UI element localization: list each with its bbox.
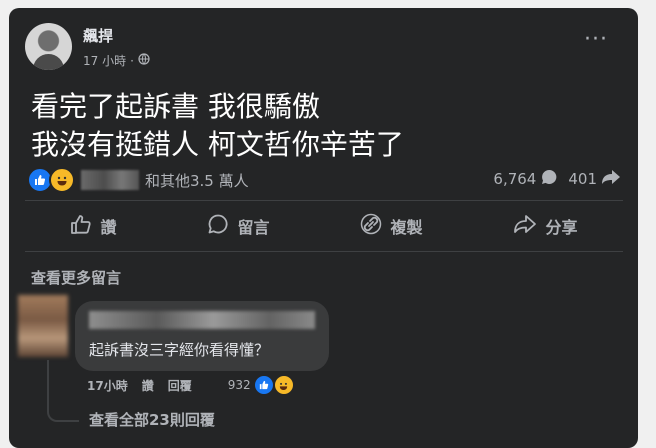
post-line: 我沒有挺錯人 柯文哲你辛苦了 (31, 128, 404, 161)
comment-count[interactable]: 6,764 (493, 168, 558, 190)
haha-reaction-icon (49, 167, 75, 193)
action-bar: 讚 留言 複製 分享 (25, 208, 623, 244)
haha-reaction-icon (272, 374, 295, 396)
comment-like-link[interactable]: 讚 (142, 377, 154, 394)
comment-text: 起訴書沒三字經你看得懂？ (89, 341, 270, 359)
divider (25, 200, 623, 201)
comment-label: 留言 (237, 218, 270, 237)
thumbs-up-icon (70, 213, 92, 239)
commenter-avatar[interactable] (18, 295, 68, 357)
comment-button[interactable]: 留言 (177, 209, 299, 243)
reaction-summary[interactable]: 和其他3.5 萬人 (145, 170, 249, 191)
share-count[interactable]: 401 (568, 168, 621, 190)
share-label: 分享 (545, 218, 578, 237)
comment-bubble-icon (540, 168, 558, 190)
commenter-name-blurred[interactable] (89, 311, 315, 329)
like-button[interactable]: 讚 (40, 209, 146, 243)
like-reaction-icon (252, 374, 275, 396)
post-card: 飆捍 17 小時 · ··· 看完了起訴書 我很驕傲 我沒有挺錯人 柯文哲你辛苦… (9, 8, 638, 448)
post-meta: 17 小時 · (83, 52, 150, 69)
share-icon (601, 168, 621, 190)
blurred-reactor-name (81, 170, 139, 190)
author-name[interactable]: 飆捍 (83, 25, 113, 46)
reaction-icons[interactable] (27, 167, 75, 193)
view-more-comments-link[interactable]: 查看更多留言 (31, 267, 121, 288)
divider (25, 251, 623, 252)
meta-separator: · (130, 53, 134, 68)
comment-reaction-count: 932 (227, 378, 251, 392)
comment-time[interactable]: 17小時 (87, 377, 128, 394)
share-count-value: 401 (568, 170, 597, 188)
more-options-icon[interactable]: ··· (584, 29, 608, 51)
copy-button[interactable]: 複製 (330, 209, 452, 243)
post-line: 看完了起訴書 我很驕傲 (31, 90, 320, 123)
post-time[interactable]: 17 小時 (83, 52, 126, 69)
reactions-row: 和其他3.5 萬人 6,764 401 (27, 167, 627, 193)
engagement-counts: 6,764 401 (493, 168, 621, 190)
share-button[interactable]: 分享 (483, 209, 607, 243)
thread-connector (47, 360, 79, 422)
share-arrow-icon (513, 213, 537, 239)
author-avatar[interactable] (25, 23, 72, 70)
post-text: 看完了起訴書 我很驕傲 我沒有挺錯人 柯文哲你辛苦了 (31, 88, 404, 164)
copy-label: 複製 (390, 218, 423, 237)
globe-icon (138, 53, 150, 68)
comment-count-value: 6,764 (493, 170, 537, 188)
link-icon (360, 213, 382, 239)
comment-reply-link[interactable]: 回覆 (168, 377, 192, 394)
comment-reactions[interactable]: 932 (228, 374, 295, 396)
like-label: 讚 (100, 218, 117, 237)
comment-meta: 17小時 讚 回覆 932 (87, 374, 295, 396)
comment-icon (207, 213, 229, 239)
comment-bubble: 起訴書沒三字經你看得懂？ (75, 301, 329, 371)
view-all-replies-link[interactable]: 查看全部23則回覆 (89, 409, 215, 430)
